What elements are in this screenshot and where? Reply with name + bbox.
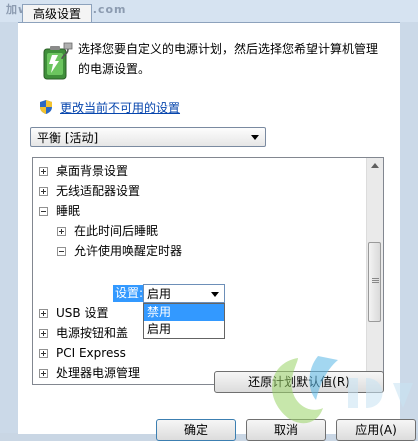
wake-timer-setting-select[interactable]: 启用 (143, 284, 225, 303)
apply-button[interactable]: 应用(A) (336, 419, 416, 441)
restore-plan-defaults-button[interactable]: 还原计划默认值(R) (214, 371, 384, 393)
expand-plus-icon[interactable] (57, 226, 66, 236)
dropdown-option-enable[interactable]: 启用 (144, 321, 224, 338)
setting-label: 设置: (113, 285, 146, 302)
setting-dropdown-list: 禁用 启用 (143, 303, 225, 339)
tree-item-label: 无线适配器设置 (56, 184, 141, 198)
change-link-label[interactable]: 更改当前不可用的设置 (60, 99, 180, 116)
tree-item-usb-settings[interactable]: USB 设置 (39, 303, 108, 323)
expand-plus-icon[interactable] (39, 368, 48, 378)
tree-item-sleep-after[interactable]: 在此时间后睡眠 (57, 221, 158, 241)
power-plan-value: 平衡 [活动] (37, 131, 99, 145)
tree-item-label: 睡眠 (56, 204, 81, 218)
battery-plug-icon (43, 42, 73, 80)
collapse-minus-icon[interactable] (39, 206, 48, 216)
tab-advanced-settings[interactable]: 高级设置 (22, 4, 93, 23)
power-settings-tree: 桌面背景设置 无线适配器设置 睡眠 在此时间后睡眠 允许使用唤醒定时器 USB … (32, 157, 384, 385)
tree-item-label: 电源按钮和盖 (56, 326, 129, 340)
window-frame-right (400, 22, 418, 433)
change-unavailable-settings-link[interactable]: 更改当前不可用的设置 (38, 97, 180, 117)
tree-item-label: 桌面背景设置 (56, 164, 129, 178)
tree-item-wake-timers[interactable]: 允许使用唤醒定时器 (57, 241, 182, 261)
power-plan-select[interactable]: 平衡 [活动] (30, 127, 266, 147)
chevron-down-icon (211, 292, 219, 297)
uac-shield-icon (40, 100, 52, 114)
setting-select-value: 启用 (147, 287, 172, 301)
tree-item-label: USB 设置 (56, 306, 109, 320)
expand-plus-icon[interactable] (39, 186, 48, 196)
scroll-up-button[interactable] (367, 158, 383, 174)
collapse-minus-icon[interactable] (57, 246, 66, 256)
window-frame-left (0, 22, 18, 433)
header-description: 选择您要自定义的电源计划，然后选择您希望计算机管理的电源设置。 (78, 42, 379, 76)
tree-item-power-buttons-lid[interactable]: 电源按钮和盖 (39, 323, 128, 343)
expand-plus-icon[interactable] (39, 348, 48, 358)
tree-scrollbar[interactable] (366, 158, 383, 384)
grip-icon (372, 278, 379, 279)
tree-item-label: PCI Express (56, 346, 126, 360)
advanced-settings-panel: 选择您要自定义的电源计划，然后选择您希望计算机管理的电源设置。 更改当前不可用的… (18, 22, 416, 441)
dropdown-option-disable[interactable]: 禁用 (144, 304, 224, 321)
tree-item-wireless-adapter[interactable]: 无线适配器设置 (39, 181, 140, 201)
tree-item-label: 在此时间后睡眠 (74, 224, 159, 238)
ok-button[interactable]: 确定 (156, 419, 236, 441)
tree-item-label: 处理器电源管理 (56, 366, 141, 380)
arrow-up-icon (371, 163, 379, 168)
tree-item-sleep[interactable]: 睡眠 (39, 201, 80, 221)
tree-item-pci-express[interactable]: PCI Express (39, 343, 126, 363)
tree-item-label: 允许使用唤醒定时器 (74, 244, 183, 258)
expand-plus-icon[interactable] (39, 166, 48, 176)
chevron-down-icon (251, 135, 259, 140)
tree-item-processor-power[interactable]: 处理器电源管理 (39, 363, 140, 383)
tree-item-desktop-background[interactable]: 桌面背景设置 (39, 161, 128, 181)
cancel-button[interactable]: 取消 (246, 419, 326, 441)
expand-plus-icon[interactable] (39, 308, 48, 318)
scroll-thumb[interactable] (368, 242, 381, 322)
expand-plus-icon[interactable] (39, 328, 48, 338)
